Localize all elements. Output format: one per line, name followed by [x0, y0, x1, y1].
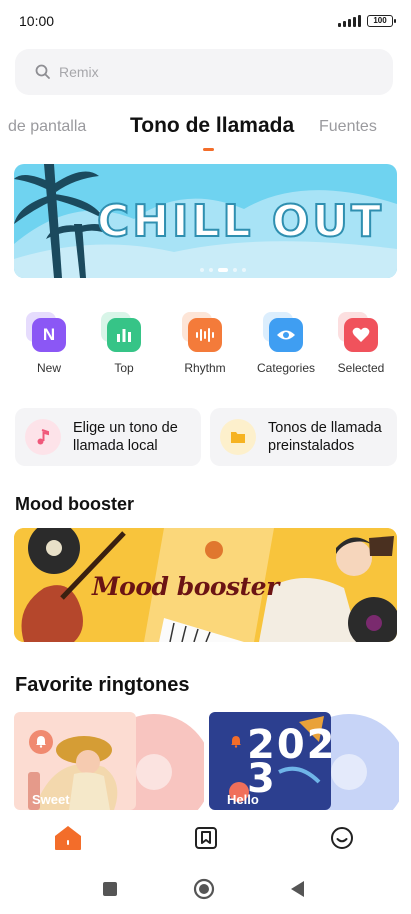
category-label: Rhythm — [184, 361, 226, 375]
recents-square-icon — [103, 882, 117, 896]
home-icon — [55, 826, 81, 850]
bookmark-icon — [195, 827, 217, 849]
category-categories[interactable]: Categories — [248, 312, 324, 375]
signal-icon — [338, 15, 361, 27]
carousel-dot — [209, 268, 213, 272]
search-icon — [35, 64, 50, 79]
carousel-dot-active — [218, 268, 228, 272]
status-time: 10:00 — [19, 13, 55, 29]
ringtone-source-cards: Elige un tono de llamada local Tonos de … — [15, 408, 397, 466]
banner-title: CHILL OUT — [96, 195, 385, 248]
back-triangle-icon — [291, 881, 304, 897]
favorite-ringtone-item[interactable]: Sweet — [14, 712, 204, 810]
tab-indicator — [203, 148, 214, 151]
tab-fondos-de-pantalla[interactable]: de pantalla — [8, 118, 86, 136]
category-top[interactable]: Top — [86, 312, 162, 375]
card-title-line: Elige un tono de — [73, 420, 178, 436]
mood-booster-heading: Mood booster — [15, 494, 134, 514]
mood-booster-banner[interactable]: Mood booster — [14, 528, 397, 642]
card-title-line: llamada local — [73, 438, 158, 454]
tab-fuentes[interactable]: Fuentes — [319, 118, 377, 136]
card-title-line: preinstalados — [268, 438, 355, 454]
bell-icon — [230, 735, 242, 753]
favorite-ringtone-item[interactable]: 2023 Hello — [209, 712, 399, 810]
bar-chart-icon — [107, 318, 141, 352]
battery-level: 100 — [373, 16, 387, 25]
smiley-icon — [331, 827, 353, 849]
n-letter-icon: N — [32, 318, 66, 352]
bottom-navigation — [0, 810, 411, 866]
waveform-icon — [188, 318, 222, 352]
carousel-dot — [233, 268, 237, 272]
nav-profile-button[interactable] — [328, 824, 356, 852]
category-new[interactable]: N New — [11, 312, 87, 375]
music-note-icon — [25, 419, 61, 455]
category-label: Selected — [337, 361, 385, 375]
nav-collection-button[interactable] — [192, 824, 220, 852]
battery-icon: 100 — [367, 15, 396, 27]
back-button[interactable] — [287, 878, 309, 900]
status-bar: 10:00 100 — [0, 0, 411, 42]
system-navigation — [0, 866, 411, 914]
search-bar[interactable] — [15, 49, 393, 95]
search-input[interactable] — [59, 64, 359, 80]
recents-button[interactable] — [99, 878, 121, 900]
eye-icon — [269, 318, 303, 352]
card-title-line: Tonos de llamada — [268, 420, 382, 436]
nav-home-button[interactable] — [54, 824, 82, 852]
favorite-ringtones-heading: Favorite ringtones — [15, 674, 190, 696]
preinstalled-ringtones-card[interactable]: Tonos de llamada preinstalados — [210, 408, 397, 466]
heart-icon — [344, 318, 378, 352]
category-row: N New Top Rhythm Categories Selected — [0, 312, 411, 378]
carousel-indicator — [200, 268, 246, 272]
category-rhythm[interactable]: Rhythm — [167, 312, 243, 375]
category-label: New — [36, 361, 61, 375]
carousel-dot — [200, 268, 204, 272]
bell-icon — [35, 735, 47, 753]
carousel-dot — [242, 268, 246, 272]
home-button[interactable] — [193, 878, 215, 900]
featured-banner[interactable]: CHILL OUT — [14, 164, 397, 278]
local-ringtone-card[interactable]: Elige un tono de llamada local — [15, 408, 201, 466]
tab-bar: de pantalla Tono de llamada Fuentes — [0, 112, 411, 152]
favorite-ringtone-label: Sweet — [32, 792, 70, 807]
category-selected[interactable]: Selected — [323, 312, 399, 375]
favorite-ringtones-list: Sweet 2023 Hello — [0, 712, 411, 810]
favorite-ringtone-label: Hello — [227, 792, 259, 807]
tab-tono-de-llamada[interactable]: Tono de llamada — [130, 114, 294, 138]
home-circle-icon — [193, 878, 215, 900]
category-label: Top — [114, 361, 134, 375]
category-label: Categories — [256, 361, 316, 375]
status-icons: 100 — [338, 15, 396, 27]
folder-icon — [220, 419, 256, 455]
mood-booster-banner-title: Mood booster — [92, 572, 279, 601]
ringtone-cover-art-text: 2023 — [247, 722, 337, 802]
